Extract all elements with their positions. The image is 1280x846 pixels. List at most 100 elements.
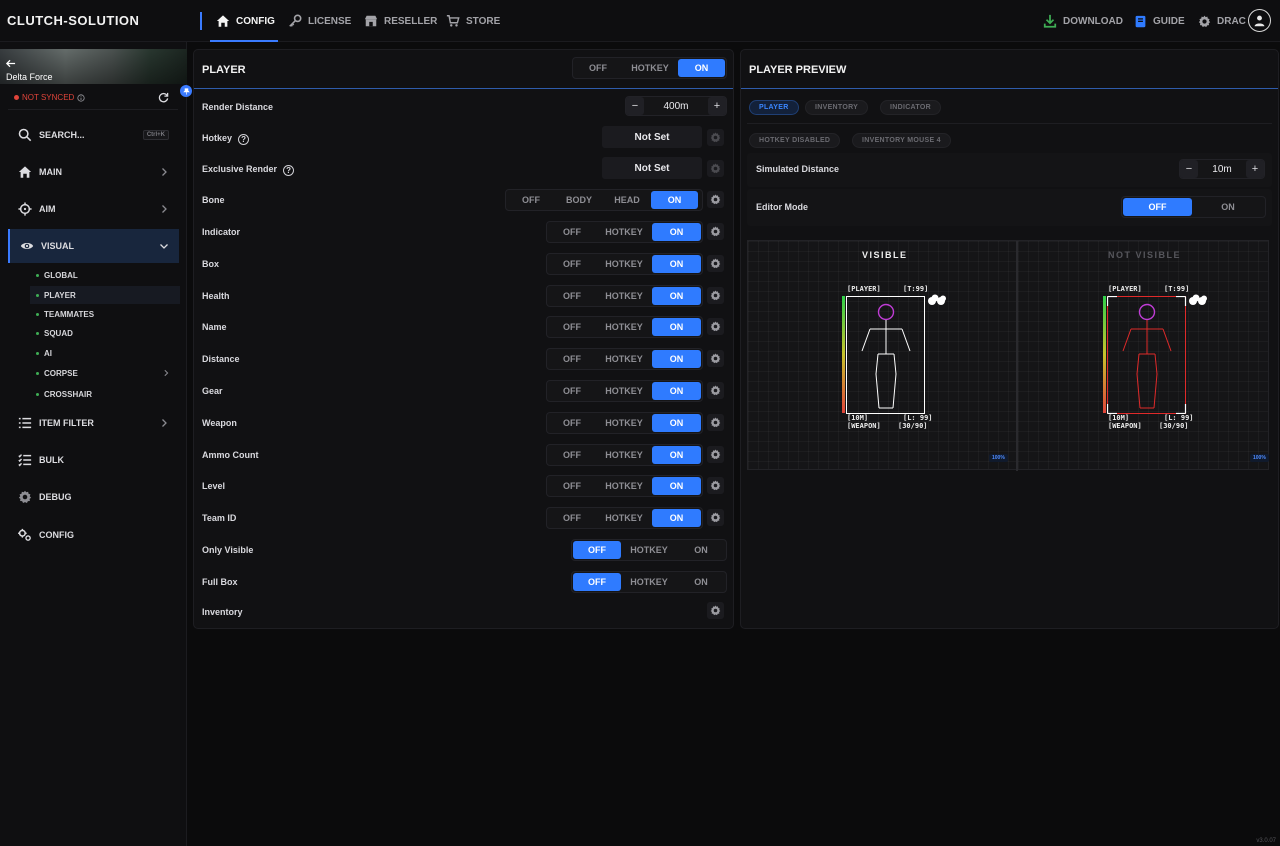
option-on[interactable]: ON bbox=[651, 191, 698, 209]
user-menu[interactable]: DRAC bbox=[1198, 0, 1246, 42]
option-off[interactable]: OFF bbox=[548, 477, 596, 495]
bone-settings-button[interactable] bbox=[707, 191, 724, 208]
option-hotkey[interactable]: HOTKEY bbox=[596, 477, 652, 495]
option-on[interactable]: ON bbox=[1192, 198, 1264, 216]
ammo-count-settings-button[interactable] bbox=[707, 445, 724, 463]
option-off[interactable]: OFF bbox=[507, 191, 555, 209]
download-button[interactable]: DOWNLOAD bbox=[1043, 0, 1123, 42]
preview-splitter[interactable] bbox=[1016, 241, 1018, 471]
option-on[interactable]: ON bbox=[652, 254, 701, 273]
option-off[interactable]: OFF bbox=[548, 509, 596, 527]
increment-button[interactable]: + bbox=[1246, 160, 1264, 178]
hotkey-binding-button[interactable]: Not Set bbox=[602, 126, 702, 148]
option-off[interactable]: OFF bbox=[574, 59, 622, 77]
option-off[interactable]: OFF bbox=[548, 223, 596, 241]
sim-distance-value[interactable]: 10m bbox=[1198, 164, 1246, 175]
weapon-settings-button[interactable] bbox=[707, 413, 724, 431]
game-banner[interactable]: Delta Force bbox=[0, 49, 187, 84]
option-hotkey[interactable]: HOTKEY bbox=[596, 350, 652, 368]
option-off[interactable]: OFF bbox=[573, 573, 621, 591]
sidebar-search[interactable]: SEARCH... Ctrl+K bbox=[8, 118, 179, 152]
tab-store[interactable]: STORE bbox=[446, 0, 500, 42]
team-id-settings-button[interactable] bbox=[707, 509, 724, 527]
option-off[interactable]: OFF bbox=[548, 446, 596, 464]
sidebar-subitem-ai[interactable]: AI bbox=[30, 344, 180, 362]
preview-tab-indicator[interactable]: INDICATOR bbox=[880, 100, 941, 115]
sidebar-subitem-global[interactable]: GLOBAL bbox=[30, 266, 180, 284]
help-icon[interactable]: ? bbox=[283, 165, 295, 176]
option-on[interactable]: ON bbox=[652, 223, 701, 241]
sidebar-subitem-squad[interactable]: SQUAD bbox=[30, 324, 180, 342]
option-off[interactable]: OFF bbox=[548, 350, 596, 368]
option-hotkey[interactable]: HOTKEY bbox=[596, 318, 652, 336]
box-settings-button[interactable] bbox=[707, 254, 724, 272]
option-hotkey[interactable]: HOTKEY bbox=[596, 255, 652, 273]
esp-preview-canvas[interactable]: VISIBLE [PLAYER] [T:99] [10M] [L: 99] [W… bbox=[747, 240, 1269, 471]
option-hotkey[interactable]: HOTKEY bbox=[622, 59, 678, 77]
refresh-icon[interactable] bbox=[158, 92, 169, 103]
option-head[interactable]: HEAD bbox=[603, 191, 651, 209]
option-on[interactable]: ON bbox=[652, 413, 701, 432]
option-on[interactable]: ON bbox=[652, 382, 701, 400]
distance-settings-button[interactable] bbox=[707, 350, 724, 368]
help-icon[interactable]: ? bbox=[238, 134, 250, 145]
option-hotkey[interactable]: HOTKEY bbox=[596, 509, 652, 527]
option-on[interactable]: ON bbox=[677, 573, 725, 591]
pin-icon[interactable] bbox=[180, 85, 192, 97]
option-off[interactable]: OFF bbox=[548, 318, 596, 336]
sidebar-subitem-player[interactable]: PLAYER bbox=[30, 286, 180, 304]
option-off[interactable]: OFF bbox=[573, 541, 621, 559]
option-on[interactable]: ON bbox=[652, 350, 701, 369]
preview-tab-inventory[interactable]: INVENTORY bbox=[805, 100, 869, 115]
option-on[interactable]: ON bbox=[652, 445, 701, 464]
option-on[interactable]: ON bbox=[652, 318, 701, 337]
tab-config[interactable]: CONFIG bbox=[210, 0, 278, 42]
guide-button[interactable]: GUIDE bbox=[1134, 0, 1185, 42]
sidebar-subitem-crosshair[interactable]: CROSSHAIR bbox=[30, 385, 180, 403]
level-settings-button[interactable] bbox=[707, 477, 724, 495]
option-off[interactable]: OFF bbox=[548, 255, 596, 273]
back-arrow-icon[interactable] bbox=[5, 58, 16, 69]
avatar[interactable] bbox=[1248, 9, 1271, 32]
exclusive-render-button[interactable]: Not Set bbox=[602, 157, 702, 179]
option-on[interactable]: ON bbox=[652, 286, 701, 305]
sidebar-item-bulk[interactable]: BULK bbox=[8, 443, 179, 477]
tab-license[interactable]: LICENSE bbox=[288, 0, 351, 42]
chevron-right-icon bbox=[164, 369, 169, 377]
health-settings-button[interactable] bbox=[707, 286, 724, 304]
sidebar-item-aim[interactable]: AIM bbox=[8, 192, 179, 226]
option-on[interactable]: ON bbox=[677, 541, 725, 559]
inventory-settings-button[interactable] bbox=[707, 602, 724, 619]
sidebar-item-visual[interactable]: VISUAL bbox=[8, 229, 179, 263]
option-hotkey[interactable]: HOTKEY bbox=[596, 223, 652, 241]
option-on[interactable]: ON bbox=[678, 59, 725, 77]
decrement-button[interactable]: − bbox=[626, 97, 644, 115]
preview-tab-player[interactable]: PLAYER bbox=[749, 100, 799, 115]
option-on[interactable]: ON bbox=[652, 477, 701, 496]
option-hotkey[interactable]: HOTKEY bbox=[596, 414, 652, 432]
option-hotkey[interactable]: HOTKEY bbox=[596, 382, 652, 400]
option-off[interactable]: OFF bbox=[548, 287, 596, 305]
option-off[interactable]: OFF bbox=[548, 414, 596, 432]
gear-settings-button[interactable] bbox=[707, 382, 724, 399]
sidebar-item-item-filter[interactable]: ITEM FILTER bbox=[8, 406, 179, 440]
sidebar-item-config[interactable]: CONFIG bbox=[8, 518, 179, 552]
sidebar-subitem-corpse[interactable]: CORPSE bbox=[30, 364, 180, 382]
sidebar-item-debug[interactable]: DEBUG bbox=[8, 480, 179, 514]
option-hotkey[interactable]: HOTKEY bbox=[596, 287, 652, 305]
increment-button[interactable]: + bbox=[708, 97, 726, 115]
option-on[interactable]: ON bbox=[652, 509, 701, 528]
sidebar-subitem-teammates[interactable]: TEAMMATES bbox=[30, 305, 180, 323]
decrement-button[interactable]: − bbox=[1180, 160, 1198, 178]
option-body[interactable]: BODY bbox=[555, 191, 603, 209]
tab-reseller[interactable]: RESELLER bbox=[364, 0, 437, 42]
render-distance-value[interactable]: 400m bbox=[644, 101, 708, 112]
option-hotkey[interactable]: HOTKEY bbox=[621, 541, 677, 559]
indicator-settings-button[interactable] bbox=[707, 223, 724, 240]
sidebar-item-main[interactable]: MAIN bbox=[8, 155, 179, 189]
option-off[interactable]: OFF bbox=[548, 382, 596, 400]
option-hotkey[interactable]: HOTKEY bbox=[621, 573, 677, 591]
option-off[interactable]: OFF bbox=[1123, 198, 1192, 216]
name-settings-button[interactable] bbox=[707, 318, 724, 336]
option-hotkey[interactable]: HOTKEY bbox=[596, 446, 652, 464]
